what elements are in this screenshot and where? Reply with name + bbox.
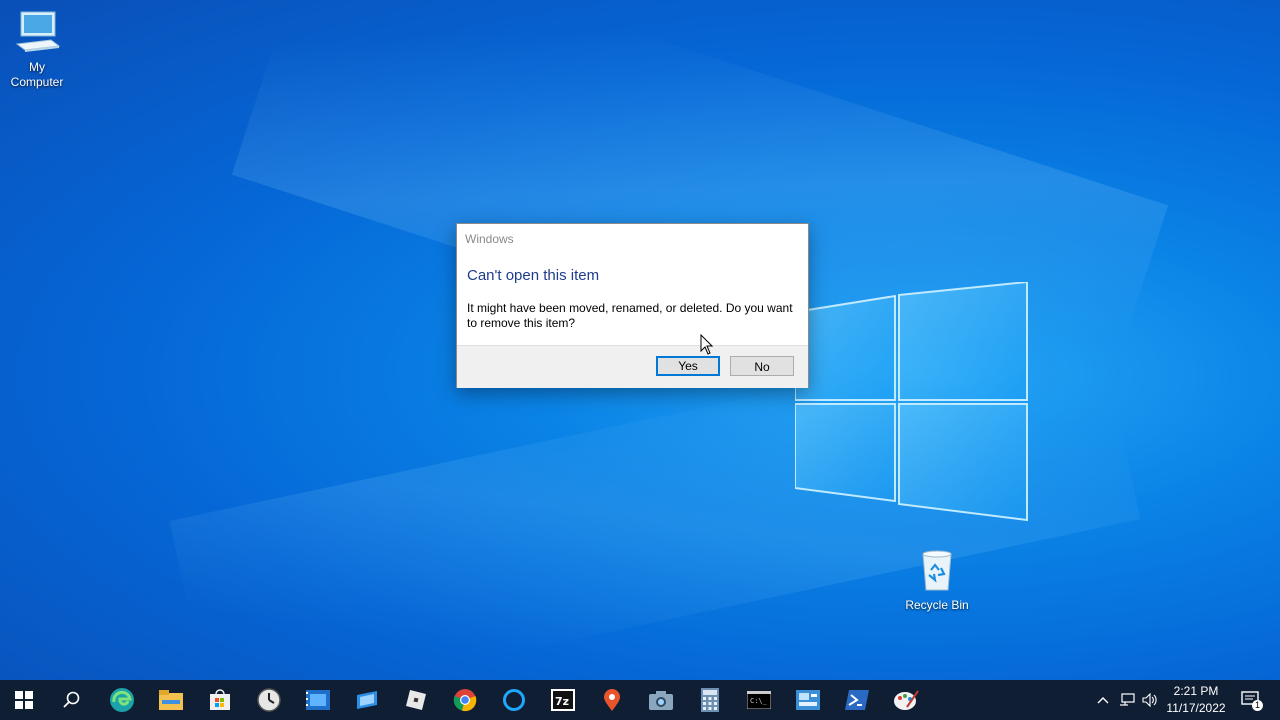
7zip-icon: 7z: [551, 689, 575, 711]
desktop-icon-label: Recycle Bin: [905, 598, 969, 612]
taskbar-file-explorer[interactable]: [147, 680, 195, 720]
yes-button[interactable]: Yes: [656, 356, 720, 376]
dialog-title: Windows: [465, 232, 514, 246]
desktop-icon-recycle-bin[interactable]: Recycle Bin: [897, 548, 977, 613]
desktop-icon-label: My Computer: [10, 60, 64, 89]
taskbar: 7z C:\_ 2:21 PM 11/17/2022 1: [0, 680, 1280, 720]
dialog-message: It might have been moved, renamed, or de…: [467, 301, 793, 330]
clock-date: 11/17/2022: [1166, 701, 1226, 715]
chrome-icon: [453, 689, 477, 712]
cortana-icon: [503, 689, 525, 711]
roblox-icon: [406, 690, 426, 710]
deploy-icon: [357, 691, 377, 709]
taskbar-camera[interactable]: [637, 680, 685, 720]
control-panel-icon: [796, 690, 820, 710]
taskbar-clock-app[interactable]: [245, 680, 293, 720]
svg-text:C:\_: C:\_: [750, 697, 768, 705]
show-hidden-icons-button[interactable]: [1092, 680, 1114, 720]
taskbar-clock[interactable]: 2:21 PM 11/17/2022: [1160, 683, 1232, 717]
network-tray-button[interactable]: [1116, 680, 1138, 720]
my-computer-icon: [15, 11, 61, 52]
store-icon: [210, 689, 230, 710]
start-button[interactable]: [0, 680, 48, 720]
taskbar-edge[interactable]: [98, 680, 146, 720]
taskbar-7zip[interactable]: 7z: [539, 680, 587, 720]
action-center-button[interactable]: 1: [1236, 680, 1266, 720]
taskbar-deploy-app[interactable]: [343, 680, 391, 720]
taskbar-paint[interactable]: [882, 680, 930, 720]
mouse-cursor-icon: [700, 334, 714, 355]
camera-icon: [649, 691, 673, 710]
calculator-icon: [701, 688, 719, 712]
windows-logo-wallpaper: [795, 282, 1028, 522]
taskbar-cortana[interactable]: [490, 680, 538, 720]
maps-pin-icon: [604, 689, 620, 711]
taskbar-chrome[interactable]: [441, 680, 489, 720]
file-explorer-icon: [159, 690, 183, 710]
cant-open-item-dialog: Windows Can't open this item It might ha…: [456, 223, 809, 388]
search-button[interactable]: [48, 680, 96, 720]
notification-count-badge: 1: [1252, 700, 1263, 711]
dialog-heading: Can't open this item: [467, 267, 600, 284]
desktop-icon-my-computer[interactable]: My Computer: [0, 10, 77, 90]
taskbar-store[interactable]: [196, 680, 244, 720]
paint-icon: [894, 690, 919, 710]
taskbar-terminal[interactable]: C:\_: [735, 680, 783, 720]
search-icon: [63, 691, 80, 708]
taskbar-control-panel[interactable]: [784, 680, 832, 720]
dialog-button-bar: Yes No: [457, 345, 808, 388]
taskbar-roblox[interactable]: [392, 680, 440, 720]
recycle-bin-icon: [922, 550, 952, 591]
start-icon: [15, 691, 33, 709]
taskbar-powershell[interactable]: [833, 680, 881, 720]
chevron-up-icon: [1097, 697, 1109, 704]
network-icon: [1120, 693, 1135, 706]
video-editor-icon: [306, 690, 330, 710]
no-button[interactable]: No: [730, 356, 794, 376]
taskbar-calculator[interactable]: [686, 680, 734, 720]
speaker-icon: [1142, 693, 1157, 707]
volume-tray-button[interactable]: [1140, 680, 1160, 720]
edge-icon: [110, 688, 134, 712]
powershell-icon: [845, 690, 869, 710]
terminal-icon: C:\_: [747, 691, 771, 709]
svg-text:7z: 7z: [555, 695, 569, 708]
taskbar-video-editor[interactable]: [294, 680, 342, 720]
taskbar-maps[interactable]: [588, 680, 636, 720]
clock-app-icon: [257, 688, 281, 712]
clock-time: 2:21 PM: [1173, 684, 1219, 698]
